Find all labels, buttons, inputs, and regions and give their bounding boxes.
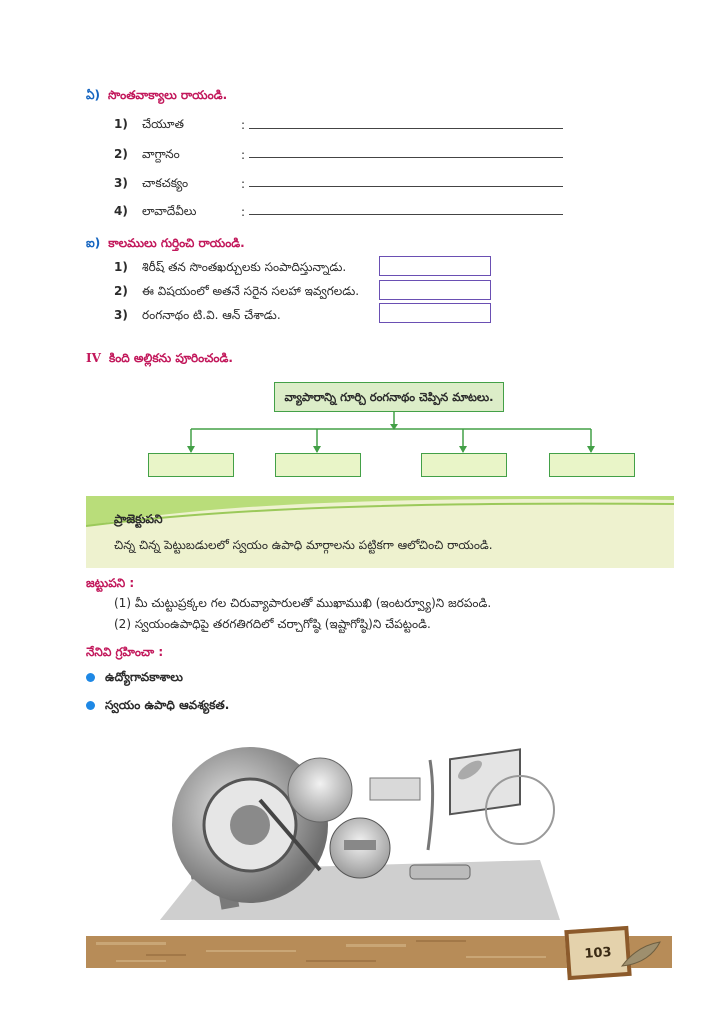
project-title: ప్రాజెక్టుపని bbox=[114, 512, 163, 526]
learned-heading: నేనివి గ్రహించా : bbox=[86, 645, 164, 659]
list-item: (2) స్వయంఉపాధిపై తరగతిగదిలో చర్చాగోష్ఠి … bbox=[114, 617, 431, 631]
web-leaf-box[interactable] bbox=[275, 453, 361, 477]
web-leaf-box[interactable] bbox=[549, 453, 635, 477]
project-panel: ప్రాజెక్టుపని చిన్న చిన్న పెట్టుబడులలో స… bbox=[86, 496, 674, 568]
group-work-heading: జట్టుపని : bbox=[86, 576, 135, 590]
feather-icon bbox=[620, 941, 661, 967]
bullet-icon bbox=[86, 701, 95, 710]
bullet-icon bbox=[86, 673, 95, 682]
list-item: ఉద్యోగావకాశాలు bbox=[86, 670, 183, 687]
list-item: స్వయం ఉపాధి ఆవశ్యకత. bbox=[86, 698, 229, 715]
web-leaf-box[interactable] bbox=[148, 453, 234, 477]
learned-item: స్వయం ఉపాధి ఆవశ్యకత. bbox=[105, 698, 230, 712]
web-leaf-box[interactable] bbox=[421, 453, 507, 477]
sketch-illustration bbox=[160, 747, 560, 920]
project-text: చిన్న చిన్న పెట్టుబడులలో స్వయం ఉపాధి మార… bbox=[114, 538, 493, 552]
learned-item: ఉద్యోగావకాశాలు bbox=[105, 670, 183, 684]
swoosh-decoration bbox=[86, 496, 674, 527]
web-connectors bbox=[187, 411, 595, 453]
list-item: (1) మీ చుట్టుప్రక్కల గల చిరువ్యాపారులతో … bbox=[114, 596, 492, 610]
